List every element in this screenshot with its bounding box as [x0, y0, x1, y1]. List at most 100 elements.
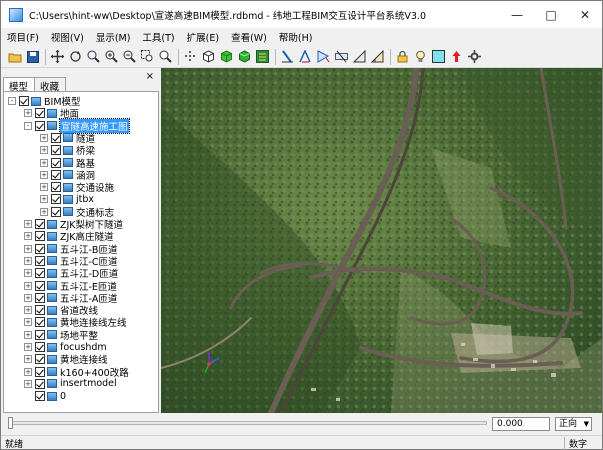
tree-node[interactable]: + ZJK高庄隧道	[24, 230, 114, 243]
expand-icon[interactable]: +	[24, 330, 32, 339]
tree-node[interactable]: + 交通设施	[40, 180, 114, 194]
tree-checkbox[interactable]	[35, 219, 45, 229]
expand-icon[interactable]: +	[24, 109, 32, 118]
expand-icon[interactable]: +	[40, 170, 48, 179]
close-button[interactable]: ✕	[568, 1, 602, 28]
tree-node[interactable]: + 路基	[40, 157, 95, 170]
expand-icon[interactable]: +	[24, 343, 32, 351]
expand-icon[interactable]: +	[24, 293, 32, 302]
tree-checkbox[interactable]	[35, 329, 45, 340]
zoom-extents-icon[interactable]	[158, 49, 173, 64]
collapse-icon[interactable]: -	[24, 121, 32, 130]
expand-icon[interactable]: +	[40, 158, 48, 167]
tree-node[interactable]: + ZJK梨树下隧道	[24, 218, 123, 231]
tree-checkbox[interactable]	[51, 206, 61, 217]
direction-select[interactable]: 正向 ▼	[555, 417, 592, 431]
tree-checkbox[interactable]	[35, 268, 45, 279]
tree-node[interactable]: + 五斗江-D匝道	[24, 267, 118, 280]
tree-checkbox[interactable]	[51, 169, 61, 180]
minimize-button[interactable]: —	[500, 1, 534, 28]
expand-icon[interactable]: +	[40, 183, 48, 192]
tree-node[interactable]: + 五斗江-C匝道	[24, 255, 118, 268]
tree-node[interactable]: + 地面	[24, 107, 79, 120]
settings-icon[interactable]	[467, 49, 482, 64]
tree-node-label[interactable]: 交通设施	[76, 180, 114, 194]
tree-node-label[interactable]: k160+400改路	[60, 365, 129, 379]
tree-checkbox[interactable]	[35, 231, 45, 242]
tree-node[interactable]: + 黄地连接线	[24, 353, 108, 366]
menu-project[interactable]: 项目(F)	[1, 30, 45, 44]
tree-node[interactable]: + 场地平整	[24, 329, 98, 342]
pan-icon[interactable]	[50, 49, 65, 64]
tab-favorites[interactable]: 收藏	[34, 77, 67, 93]
tree-checkbox[interactable]	[35, 120, 45, 131]
tree-node-label[interactable]: jtbx	[76, 194, 94, 205]
menu-tools[interactable]: 工具(T)	[136, 30, 180, 44]
lock-icon[interactable]	[395, 49, 410, 64]
expand-icon[interactable]: +	[24, 256, 32, 265]
tree-checkbox[interactable]	[35, 378, 45, 389]
green-cube-icon[interactable]	[219, 49, 234, 64]
tree-checkbox[interactable]	[35, 354, 45, 365]
zoom-icon[interactable]	[86, 49, 101, 64]
expand-icon[interactable]: +	[24, 306, 32, 315]
tree-checkbox[interactable]	[35, 317, 45, 328]
tree-checkbox[interactable]	[51, 182, 61, 193]
tree-node[interactable]: + 黄地连接线左线	[24, 316, 127, 329]
tree-node-label[interactable]: insertmodel	[60, 378, 117, 389]
menu-help[interactable]: 帮助(H)	[273, 30, 319, 44]
tree-node[interactable]: + 涵洞	[40, 169, 95, 182]
menu-look[interactable]: 查看(W)	[225, 30, 273, 44]
menu-extend[interactable]: 扩展(E)	[181, 30, 225, 44]
tab-model[interactable]: 模型	[3, 77, 36, 93]
timeline-slider[interactable]	[8, 417, 487, 429]
measure-distance-icon[interactable]	[280, 49, 295, 64]
green-blocks-icon[interactable]	[237, 49, 252, 64]
zoom-out-icon[interactable]	[122, 49, 137, 64]
3d-viewport[interactable]	[161, 68, 602, 413]
tree-node[interactable]: + 五斗江-B匝道	[24, 243, 117, 256]
maximize-button[interactable]: □	[534, 1, 568, 28]
tree-checkbox[interactable]	[19, 96, 29, 106]
tree-checkbox[interactable]	[35, 280, 45, 291]
rotate-icon[interactable]	[68, 49, 83, 64]
tree-checkbox[interactable]	[35, 366, 45, 377]
expand-icon[interactable]: +	[40, 207, 48, 216]
point-cloud-icon[interactable]	[183, 49, 198, 64]
tree-checkbox[interactable]	[35, 255, 45, 266]
tree-checkbox[interactable]	[35, 243, 45, 254]
value-input[interactable]: 0.000	[492, 417, 550, 431]
expand-icon[interactable]: +	[40, 133, 48, 142]
color-fill-icon[interactable]	[431, 49, 446, 64]
tree-node[interactable]: + focushdm	[24, 341, 107, 353]
expand-icon[interactable]: +	[40, 195, 48, 204]
tree-checkbox[interactable]	[35, 292, 45, 303]
measure-area-icon[interactable]	[316, 49, 331, 64]
tree-checkbox[interactable]	[35, 391, 45, 402]
tree-checkbox[interactable]	[51, 194, 61, 205]
zoom-in-icon[interactable]	[104, 49, 119, 64]
tree-node[interactable]: + 交通标志	[40, 206, 114, 219]
cube-outline-icon[interactable]	[201, 49, 216, 64]
red-arrow-icon[interactable]	[449, 49, 464, 64]
section-icon[interactable]	[334, 49, 349, 64]
tree-node[interactable]: + 隧道	[40, 132, 95, 145]
tree-node[interactable]: + insertmodel	[24, 378, 117, 390]
open-folder-icon[interactable]	[7, 49, 22, 64]
zoom-window-icon[interactable]	[140, 49, 155, 64]
tree-node[interactable]: + k160+400改路	[24, 365, 129, 379]
tree-checkbox[interactable]	[35, 305, 45, 316]
tree-node[interactable]: + jtbx	[40, 193, 94, 205]
slope-icon[interactable]	[352, 49, 367, 64]
expand-icon[interactable]: +	[24, 232, 32, 241]
save-icon[interactable]	[25, 49, 40, 64]
slope-alt-icon[interactable]	[370, 49, 385, 64]
tree-node[interactable]: + 桥梁	[40, 144, 95, 157]
tree-checkbox[interactable]	[51, 145, 61, 156]
collapse-icon[interactable]: -	[8, 97, 16, 105]
expand-icon[interactable]: +	[24, 355, 32, 364]
tree-checkbox[interactable]	[51, 157, 61, 168]
expand-icon[interactable]: +	[24, 318, 32, 327]
bulb-icon[interactable]	[413, 49, 428, 64]
tree-node[interactable]: + 五斗江-E匝道	[24, 280, 117, 293]
